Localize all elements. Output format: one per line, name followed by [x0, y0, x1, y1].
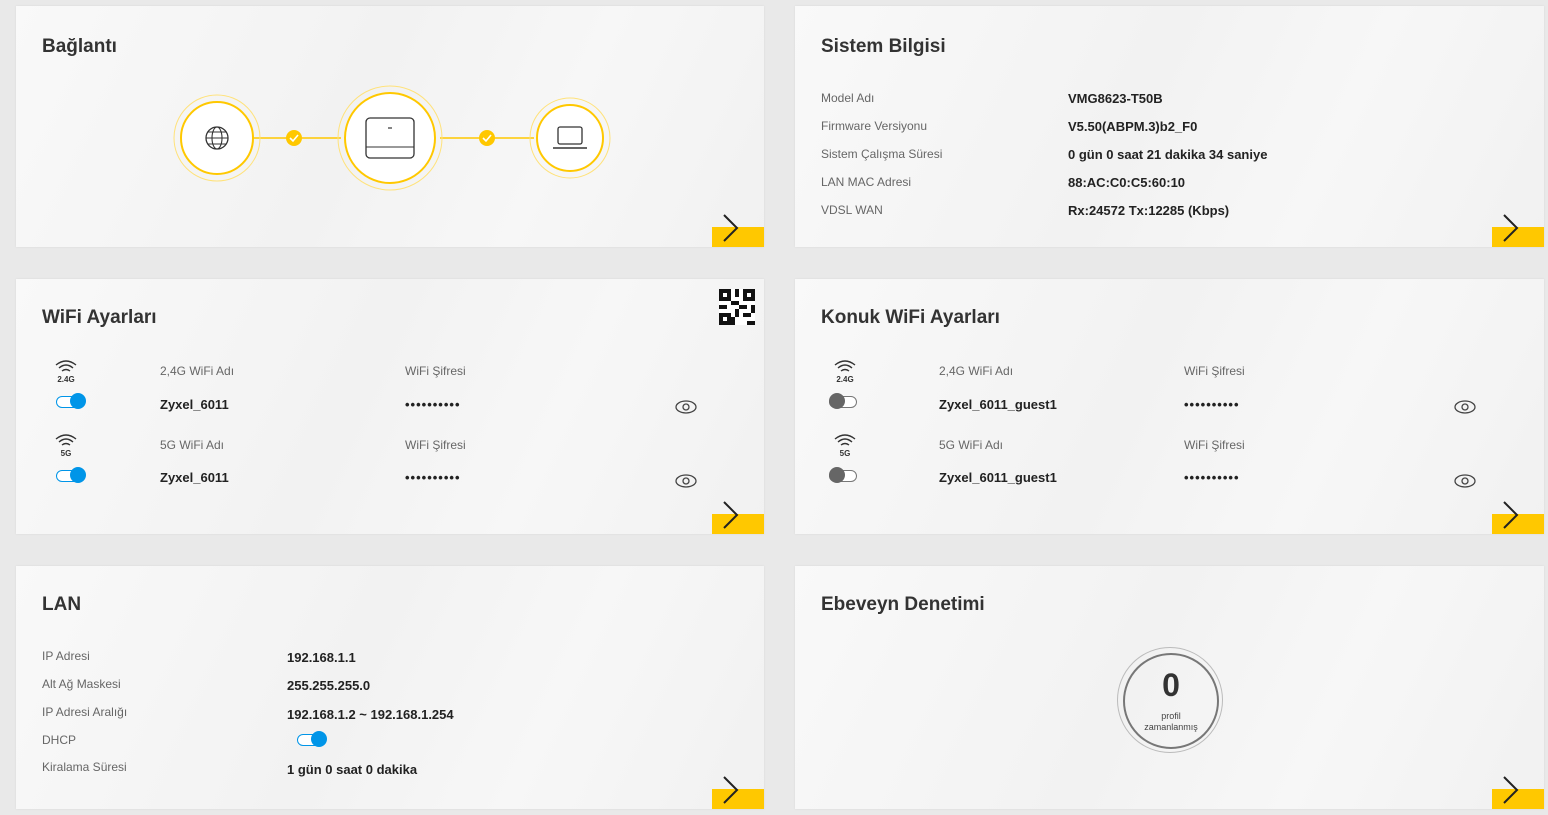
wifi-24g-icon: 2.4G — [53, 358, 79, 384]
lan-mac-label: LAN MAC Adresi — [821, 175, 912, 189]
guest-24g-password-label: WiFi Şifresi — [1184, 364, 1245, 378]
ip-address-label: IP Adresi — [42, 649, 90, 663]
card-title: LAN — [42, 594, 82, 615]
laptop-icon — [529, 97, 611, 179]
dhcp-label: DHCP — [42, 733, 77, 747]
parental-control-card: Ebeveyn Denetimi 0 profil zamanlanmış — [795, 566, 1544, 809]
connection-more-button[interactable] — [712, 214, 764, 247]
model-name-label: Model Adı — [821, 91, 875, 105]
schedule-caption-line2: zamanlanmış — [1144, 722, 1198, 732]
wifi-24g-name-value: Zyxel_6011 — [160, 397, 229, 412]
lease-time-value: 1 gün 0 saat 0 dakika — [287, 762, 418, 777]
wifi-5g-toggle[interactable] — [56, 467, 86, 483]
subnet-mask-value: 255.255.255.0 — [287, 678, 371, 693]
ip-range-label: IP Adresi Aralığı — [42, 705, 128, 719]
guest-wifi-24g-toggle[interactable] — [829, 393, 859, 409]
uptime-value: 0 gün 0 saat 21 dakika 34 saniye — [1068, 147, 1268, 162]
schedule-count-circle: 0 profil zamanlanmış — [1117, 647, 1223, 753]
guest-5g-name-value: Zyxel_6011_guest1 — [939, 470, 1057, 485]
wifi-24g-toggle[interactable] — [56, 393, 86, 409]
guest-5g-name-label: 5G WiFi Adı — [939, 438, 1004, 452]
svg-text:5G: 5G — [840, 449, 851, 458]
parental-more-button[interactable] — [1492, 776, 1544, 809]
chevron-right-icon — [1503, 776, 1519, 804]
wifi-5g-name-label: 5G WiFi Adı — [160, 438, 225, 452]
show-password-eye-icon[interactable] — [674, 399, 698, 415]
chevron-right-icon — [1503, 501, 1519, 529]
chevron-right-icon — [723, 776, 739, 804]
guest-wifi-more-button[interactable] — [1492, 501, 1544, 534]
system-info-card: Sistem Bilgisi Model Adı VMG8623-T50B Fi… — [795, 6, 1544, 247]
ip-range-value: 192.168.1.2 ~ 192.168.1.254 — [287, 707, 454, 722]
firmware-value: V5.50(ABPM.3)b2_F0 — [1068, 119, 1198, 134]
card-title: WiFi Ayarları — [42, 307, 157, 328]
guest-24g-name-label: 2,4G WiFi Adı — [939, 364, 1014, 378]
lease-time-label: Kiralama Süresi — [42, 760, 127, 774]
subnet-mask-label: Alt Ağ Maskesi — [42, 677, 121, 691]
firmware-label: Firmware Versiyonu — [821, 119, 928, 133]
wifi-5g-password-value: •••••••••• — [405, 470, 461, 485]
check-icon — [479, 130, 495, 146]
wifi-more-button[interactable] — [712, 501, 764, 534]
internet-globe-icon — [173, 94, 261, 182]
schedule-count-value: 0 — [1162, 667, 1180, 703]
guest-24g-password-value: •••••••••• — [1184, 397, 1240, 412]
show-password-eye-icon[interactable] — [1453, 473, 1477, 489]
lan-mac-value: 88:AC:C0:C5:60:10 — [1068, 175, 1186, 190]
guest-5g-password-value: •••••••••• — [1184, 470, 1240, 485]
ip-address-value: 192.168.1.1 — [287, 650, 356, 665]
chevron-right-icon — [723, 501, 739, 529]
lan-more-button[interactable] — [712, 776, 764, 809]
wifi-5g-icon: 5G — [832, 432, 858, 458]
guest-wifi-card: Konuk WiFi Ayarları 2.4G 2,4G WiFi Adı Z… — [795, 279, 1544, 534]
connection-diagram — [173, 85, 611, 191]
schedule-caption-line1: profil — [1161, 711, 1181, 721]
wifi-5g-password-label: WiFi Şifresi — [405, 438, 466, 452]
card-title: Konuk WiFi Ayarları — [821, 307, 1000, 328]
chevron-right-icon — [723, 214, 739, 242]
wifi-5g-icon: 5G — [53, 432, 79, 458]
wifi-24g-password-label: WiFi Şifresi — [405, 364, 466, 378]
router-icon — [337, 85, 443, 191]
lan-card: LAN IP Adresi 192.168.1.1 Alt Ağ Maskesi… — [16, 566, 764, 809]
system-more-button[interactable] — [1492, 214, 1544, 247]
uptime-label: Sistem Çalışma Süresi — [821, 147, 943, 161]
guest-24g-name-value: Zyxel_6011_guest1 — [939, 397, 1057, 412]
vdsl-wan-label: VDSL WAN — [821, 203, 883, 217]
wifi-24g-password-value: •••••••••• — [405, 397, 461, 412]
check-icon — [286, 130, 302, 146]
svg-text:5G: 5G — [61, 449, 72, 458]
connection-card: Bağlantı — [16, 6, 764, 247]
svg-text:2.4G: 2.4G — [836, 375, 853, 384]
dhcp-toggle[interactable] — [297, 731, 327, 747]
show-password-eye-icon[interactable] — [674, 473, 698, 489]
wifi-5g-name-value: Zyxel_6011 — [160, 470, 229, 485]
card-title: Ebeveyn Denetimi — [821, 594, 985, 615]
wifi-24g-icon: 2.4G — [832, 358, 858, 384]
guest-5g-password-label: WiFi Şifresi — [1184, 438, 1245, 452]
wifi-settings-card: WiFi Ayarları 2.4G 2,4G WiFi Adı Zyxel_6… — [16, 279, 764, 534]
chevron-right-icon — [1503, 214, 1519, 242]
guest-wifi-5g-toggle[interactable] — [829, 467, 859, 483]
svg-text:2.4G: 2.4G — [57, 375, 74, 384]
qr-code-icon[interactable] — [719, 289, 755, 325]
vdsl-wan-value: Rx:24572 Tx:12285 (Kbps) — [1068, 203, 1230, 218]
wifi-24g-name-label: 2,4G WiFi Adı — [160, 364, 235, 378]
model-name-value: VMG8623-T50B — [1068, 91, 1163, 106]
show-password-eye-icon[interactable] — [1453, 399, 1477, 415]
card-title: Sistem Bilgisi — [821, 36, 946, 57]
